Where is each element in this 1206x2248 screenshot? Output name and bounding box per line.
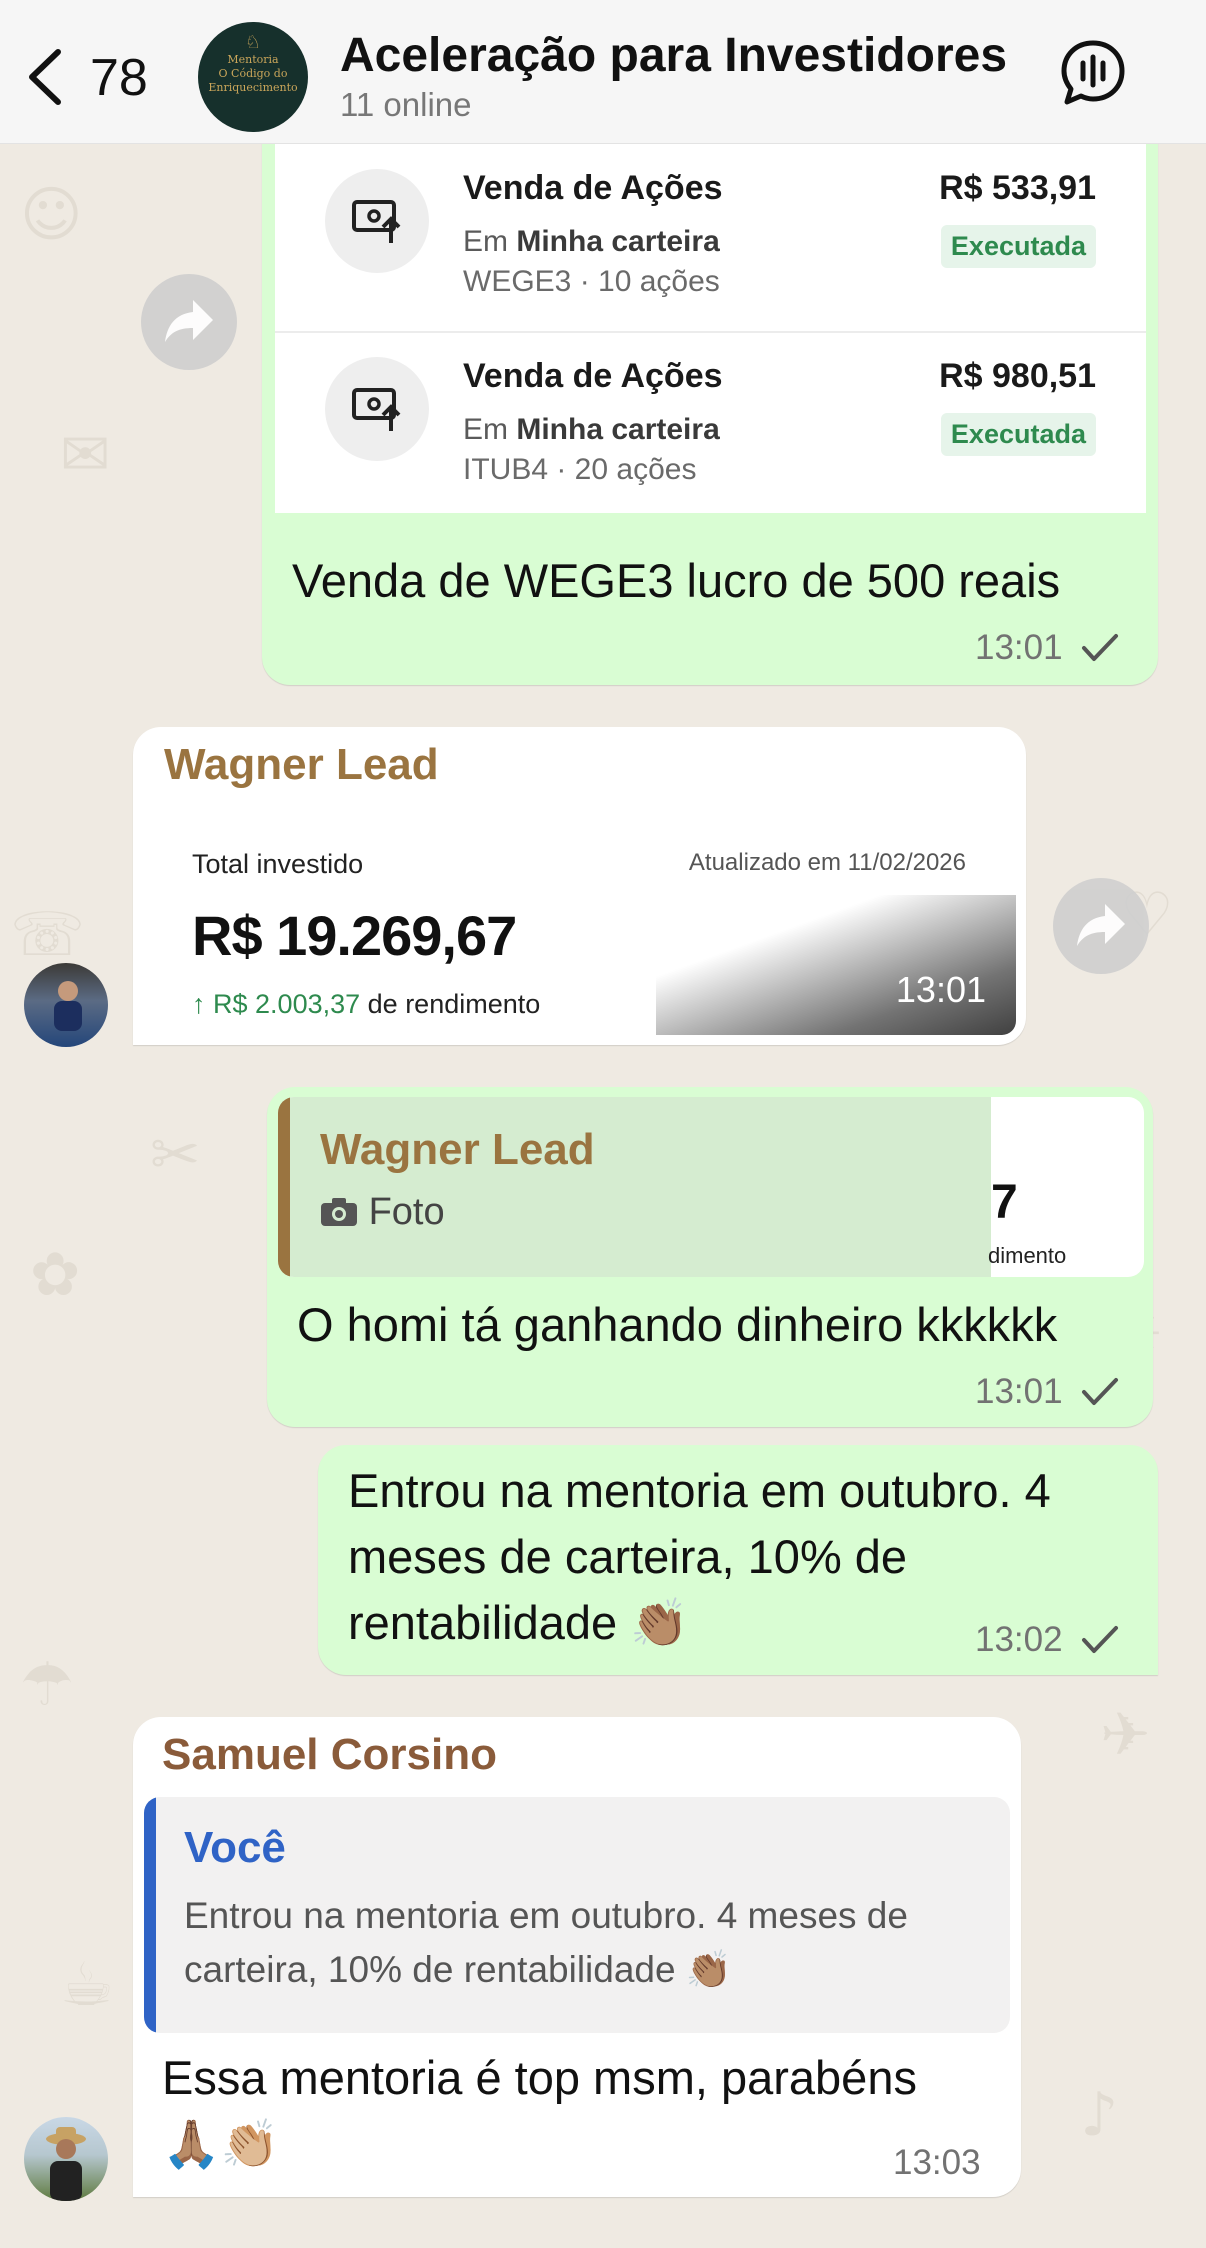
sell-stock-icon: [325, 357, 429, 461]
message-time: 13:01: [975, 1372, 1063, 1411]
read-check-icon: [1082, 1378, 1118, 1405]
forward-button[interactable]: [141, 274, 237, 370]
quoted-message[interactable]: Wagner Lead Foto 7 dimento: [278, 1097, 1144, 1277]
message-time: 13:02: [975, 1620, 1063, 1659]
message-time: 13:01: [975, 628, 1063, 667]
transactions-image[interactable]: Venda de Ações Em Minha carteira WEGE3 ·…: [275, 143, 1146, 513]
read-check-icon: [1082, 1626, 1118, 1653]
forward-icon: [1077, 904, 1125, 946]
status-badge: Executada: [940, 225, 1096, 268]
sender-name: Wagner Lead: [164, 740, 439, 789]
read-check-icon: [1082, 634, 1118, 661]
transaction-amount: R$ 980,51: [939, 357, 1096, 395]
total-invested: R$ 19.269,67: [192, 904, 517, 967]
message-time: 13:01: [895, 969, 986, 1010]
quoted-sender: Wagner Lead: [320, 1125, 595, 1174]
message-time: 13:03: [893, 2143, 981, 2182]
message-text: O homi tá ganhando dinheiro kkkkkk: [297, 1298, 1058, 1351]
sell-stock-icon: [325, 169, 429, 273]
back-chevron-icon[interactable]: [22, 46, 70, 108]
transaction-amount: R$ 533,91: [939, 169, 1096, 207]
forward-button[interactable]: [1053, 878, 1149, 974]
sender-name: Samuel Corsino: [162, 1730, 497, 1779]
message-text-line: rentabilidade 👏🏽: [348, 1596, 689, 1649]
group-title[interactable]: Aceleração para Investidores: [340, 28, 1007, 83]
voice-chat-icon[interactable]: [1058, 38, 1128, 108]
message-text-line: Entrou na mentoria em outubro. 4: [348, 1464, 1051, 1517]
quote-thumbnail-text: dimento: [988, 1243, 1067, 1268]
avatar[interactable]: [24, 963, 108, 1047]
avatar[interactable]: [24, 2117, 108, 2201]
mentoria-logo-icon: ♘: [244, 32, 262, 52]
quoted-message[interactable]: Você Entrou na mentoria em outubro. 4 me…: [144, 1797, 1010, 2033]
chat-header: 78 ♘ Mentoria O Código do Enriquecimento…: [0, 0, 1206, 144]
quoted-sender: Você: [184, 1823, 286, 1872]
unread-count[interactable]: 78: [90, 48, 148, 108]
camera-icon: [321, 1198, 357, 1226]
online-count: 11 online: [340, 86, 472, 123]
message-text-line: meses de carteira, 10% de: [348, 1530, 908, 1583]
forward-icon: [165, 300, 213, 342]
status-badge: Executada: [940, 413, 1096, 456]
message-text: Venda de WEGE3 lucro de 500 reais: [292, 554, 1061, 607]
transaction-row: Venda de Ações Em Minha carteira WEGE3 ·…: [275, 143, 1146, 333]
message-text-line: Essa mentoria é top msm, parabéns: [162, 2051, 917, 2104]
group-avatar[interactable]: ♘ Mentoria O Código do Enriquecimento: [198, 22, 308, 132]
investment-photo[interactable]: Total investido Atualizado em 11/02/2026…: [146, 793, 1016, 1035]
message-text-line: 🙏🏽👏🏼: [162, 2117, 280, 2170]
transaction-row: Venda de Ações Em Minha carteira ITUB4 ·…: [275, 331, 1146, 513]
